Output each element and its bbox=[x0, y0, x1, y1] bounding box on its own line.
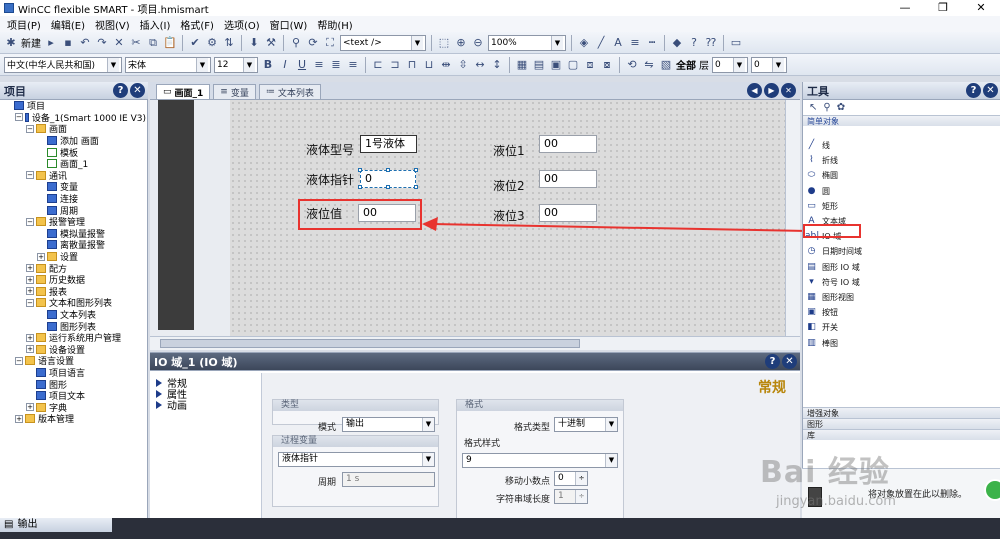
graphics-section[interactable]: 图形 bbox=[803, 418, 1000, 429]
tool-item[interactable]: ▥ 棒图 bbox=[803, 335, 1000, 350]
process-value: 液体指针 bbox=[282, 454, 319, 464]
tool-label: 按钮 bbox=[822, 308, 838, 318]
tool-item[interactable]: ▦ 图形视图 bbox=[803, 290, 1000, 305]
output-icon: ▤ bbox=[4, 519, 14, 530]
tool-icon: ◷ bbox=[807, 246, 816, 257]
mode-select[interactable]: 输出 ▼ bbox=[342, 417, 435, 432]
tool-item[interactable]: ● 圆 bbox=[803, 184, 1000, 199]
format-pattern-label: 格式样式 bbox=[464, 439, 501, 449]
nav-animation[interactable]: 动画 bbox=[150, 399, 261, 412]
length-value: 1 bbox=[558, 491, 564, 501]
close-icon[interactable]: ✕ bbox=[983, 83, 998, 98]
mode-label: 模式 bbox=[317, 423, 336, 433]
properties-header: IO 域_1 (IO 域) ? ✕ bbox=[150, 353, 800, 371]
close-icon[interactable]: ✕ bbox=[782, 354, 797, 369]
decimal-value: 0 bbox=[558, 473, 564, 483]
tool-item[interactable]: ⌇ 折线 bbox=[803, 153, 1000, 168]
gear-icon[interactable]: ✿ bbox=[837, 102, 845, 113]
status-icon bbox=[984, 479, 1000, 501]
tool-icon: ◧ bbox=[807, 322, 816, 333]
format-type-select[interactable]: 十进制 ▼ bbox=[554, 417, 618, 432]
output-title: 输出 bbox=[17, 519, 38, 530]
tools-panel: 工具 ? ✕ ↖ ⚲ ✿ 简单对象 ╱ 线 ⌇ 折线 ⬭ 椭圆 ● 圆 ▭ 矩形 A 文本域 ab| IO… bbox=[802, 82, 1000, 468]
nav-label: 动画 bbox=[167, 401, 187, 412]
format-group-title: 格式 bbox=[457, 400, 623, 411]
format-type-label: 格式类型 bbox=[513, 423, 550, 433]
watermark-logo: Bai 经验 bbox=[760, 455, 890, 490]
length-spinner[interactable]: 1 ÷ bbox=[554, 489, 588, 504]
tool-item[interactable]: ╱ 线 bbox=[803, 138, 1000, 153]
tool-icon: ▥ bbox=[807, 337, 816, 348]
output-header[interactable]: ▤ 输出 bbox=[0, 518, 112, 532]
tool-list: ╱ 线 ⌇ 折线 ⬭ 椭圆 ● 圆 ▭ 矩形 A 文本域 ab| IO 域 ◷ 日期时间域 ▤ 图形 IO 域 ▾ 符… bbox=[803, 138, 1000, 351]
output-panel: ▤ 输出 bbox=[0, 518, 1000, 539]
enhanced-objects-section[interactable]: 增强对象 bbox=[803, 407, 1000, 418]
tool-label: 图形视图 bbox=[822, 292, 854, 302]
tool-item[interactable]: ◷ 日期时间域 bbox=[803, 244, 1000, 259]
tool-label: 开关 bbox=[822, 323, 838, 333]
help-icon[interactable]: ? bbox=[966, 83, 981, 98]
tool-item[interactable]: ▭ 矩形 bbox=[803, 199, 1000, 214]
tool-item[interactable]: ◧ 开关 bbox=[803, 320, 1000, 335]
tool-label: 椭圆 bbox=[822, 171, 838, 181]
tool-label: 棒图 bbox=[822, 338, 838, 348]
tool-item[interactable]: ⬭ 椭圆 bbox=[803, 168, 1000, 183]
tool-label: 图形 IO 域 bbox=[822, 262, 860, 272]
mode-value: 输出 bbox=[346, 419, 365, 429]
tool-icon: ▭ bbox=[807, 200, 816, 211]
tool-icon: ▣ bbox=[807, 307, 816, 318]
tool-label: 日期时间域 bbox=[822, 247, 862, 257]
format-pattern-value: 9 bbox=[466, 455, 472, 465]
tool-label: 线 bbox=[822, 141, 830, 151]
simple-objects-section[interactable]: 简单对象 bbox=[803, 115, 1000, 126]
properties-area: 常规 类型 模式 输出 ▼ 过程变量 液体指针 ▼ 周期 1 s 格式 格式类型 十… bbox=[262, 373, 800, 519]
process-group: 过程变量 bbox=[272, 435, 439, 507]
library-section[interactable]: 库 bbox=[803, 429, 1000, 440]
properties-title: IO 域_1 (IO 域) bbox=[154, 355, 238, 369]
person-icon[interactable]: ⚲ bbox=[823, 102, 830, 113]
tool-label: 圆 bbox=[822, 186, 830, 196]
tools-title: 工具 bbox=[807, 84, 829, 98]
help-icon[interactable]: ? bbox=[765, 354, 780, 369]
tool-label: 符号 IO 域 bbox=[822, 277, 860, 287]
tool-icon: ▾ bbox=[809, 276, 814, 287]
tool-label: 矩形 bbox=[822, 201, 838, 211]
tool-label: 折线 bbox=[822, 156, 838, 166]
properties-nav: 常规 属性 动画 bbox=[150, 373, 262, 519]
highlight-box-tool bbox=[803, 224, 861, 238]
pointer-icon[interactable]: ↖ bbox=[809, 102, 817, 113]
tool-icon: ╱ bbox=[808, 140, 815, 151]
format-pattern-select[interactable]: 9 ▼ bbox=[462, 453, 618, 468]
cycle-label: 周期 bbox=[317, 478, 336, 488]
decimal-spinner[interactable]: 0 ÷ bbox=[554, 471, 588, 486]
tool-item[interactable]: ▤ 图形 IO 域 bbox=[803, 260, 1000, 275]
format-type-value: 十进制 bbox=[558, 419, 586, 429]
cycle-value: 1 s bbox=[346, 474, 360, 484]
tool-icon: ⬭ bbox=[807, 170, 816, 181]
cycle-field[interactable]: 1 s bbox=[342, 472, 435, 487]
type-group-title: 类型 bbox=[273, 400, 438, 411]
tool-item[interactable]: ▣ 按钮 bbox=[803, 305, 1000, 320]
watermark-url: jingyan.baidu.com bbox=[776, 494, 896, 509]
tool-icon: ▤ bbox=[807, 261, 816, 272]
process-tag-select[interactable]: 液体指针 ▼ bbox=[278, 452, 435, 467]
section-title: 常规 bbox=[758, 380, 786, 396]
process-group-title: 过程变量 bbox=[273, 436, 438, 447]
tool-icon: ⌇ bbox=[809, 155, 814, 166]
tools-mode-bar: ↖ ⚲ ✿ bbox=[803, 100, 1000, 114]
length-label: 字符串域长度 bbox=[495, 495, 550, 505]
properties-panel: IO 域_1 (IO 域) ? ✕ 常规 属性 动画 常规 类型 模式 输出 ▼ … bbox=[150, 352, 800, 519]
tool-sections: 增强对象 图形 库 bbox=[803, 407, 1000, 440]
decimal-label: 移动小数点 bbox=[504, 477, 550, 487]
tools-header: 工具 ? ✕ bbox=[803, 82, 1000, 100]
tool-item[interactable]: ▾ 符号 IO 域 bbox=[803, 275, 1000, 290]
tool-icon: ● bbox=[807, 185, 816, 196]
tool-icon: ▦ bbox=[807, 291, 816, 302]
